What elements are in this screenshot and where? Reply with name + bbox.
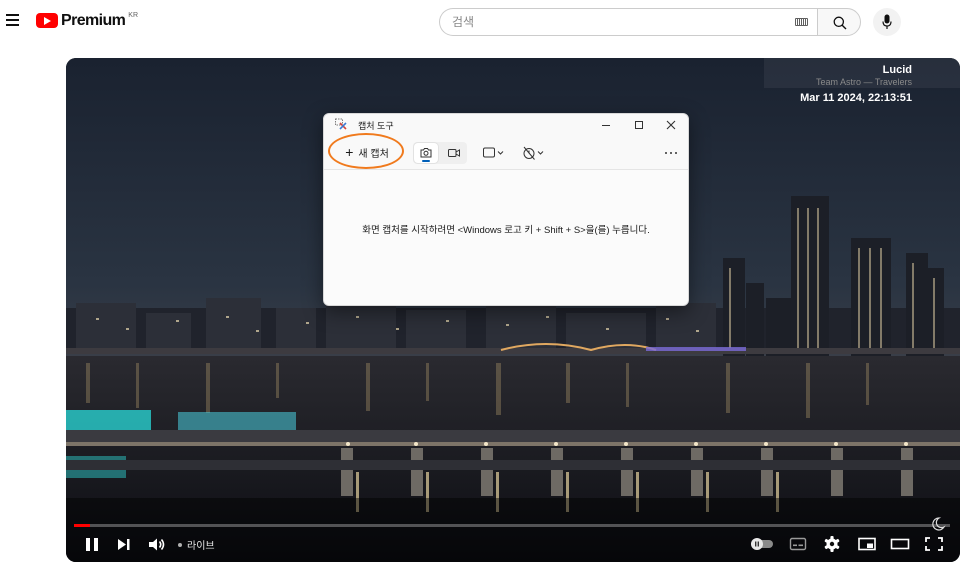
miniplayer-icon xyxy=(858,537,876,551)
fullscreen-button[interactable] xyxy=(923,532,945,556)
skip-next-icon xyxy=(118,539,130,550)
settings-button[interactable] xyxy=(822,532,842,556)
progress-bar-played xyxy=(74,524,90,527)
next-button[interactable] xyxy=(114,532,134,556)
snip-shape-dropdown[interactable] xyxy=(482,144,508,162)
stream-datetime: Mar 11 2024, 22:13:51 xyxy=(800,92,912,104)
track-title: Lucid xyxy=(882,64,912,76)
pause-button[interactable] xyxy=(82,532,102,556)
more-dot xyxy=(665,152,667,154)
logo-brand-text: Premium xyxy=(61,12,126,29)
mute-button[interactable] xyxy=(146,532,168,556)
youtube-premium-logo[interactable]: Premium KR xyxy=(36,11,138,31)
rectangle-snip-icon xyxy=(483,147,504,158)
search-input[interactable] xyxy=(439,8,817,36)
maximize-button[interactable] xyxy=(624,116,654,134)
search-box xyxy=(439,8,861,36)
fullscreen-icon xyxy=(925,537,943,551)
track-artist: Team Astro — Travelers xyxy=(815,77,912,87)
autoplay-toggle[interactable] xyxy=(749,532,775,556)
snipping-tool-window[interactable]: 캡처 도구 + 새 캡처 화면 캡처를 시작하려면 <Windows 로고 키 … xyxy=(323,113,689,306)
recording-mode-button[interactable] xyxy=(443,143,465,163)
progress-bar[interactable] xyxy=(74,524,950,527)
more-dot xyxy=(675,152,677,154)
camera-icon xyxy=(420,148,432,158)
pause-icon xyxy=(86,538,98,551)
voice-search-button[interactable] xyxy=(873,8,901,36)
subtitles-button[interactable] xyxy=(788,532,808,556)
timer-off-icon xyxy=(523,146,544,160)
snipping-tool-title: 캡처 도구 xyxy=(358,121,394,131)
video-info-overlay: Lucid Team Astro — Travelers Mar 11 2024… xyxy=(800,64,912,105)
capture-mode-toggle xyxy=(413,142,467,164)
miniplayer-button[interactable] xyxy=(856,532,878,556)
player-controls: 라이브 xyxy=(66,532,960,562)
youtube-logo-icon xyxy=(36,13,58,28)
snipping-tool-toolbar: + 새 캡처 xyxy=(324,133,688,169)
autoplay-toggle-icon xyxy=(751,538,773,550)
delay-dropdown[interactable] xyxy=(522,144,548,162)
theater-mode-icon xyxy=(890,538,910,550)
menu-icon[interactable] xyxy=(6,14,19,26)
live-dot-icon xyxy=(178,542,182,547)
theater-mode-button[interactable] xyxy=(889,532,911,556)
subtitles-icon xyxy=(789,537,807,551)
logo-country-code: KR xyxy=(128,12,139,19)
more-dot xyxy=(670,152,672,154)
video-camera-icon xyxy=(448,149,460,157)
snipping-tool-titlebar[interactable]: 캡처 도구 xyxy=(324,114,688,136)
snipping-tool-app-icon xyxy=(335,118,347,130)
microphone-icon xyxy=(882,14,892,29)
search-button[interactable] xyxy=(817,8,861,36)
highlight-annotation-circle xyxy=(328,133,404,169)
live-indicator[interactable]: 라이브 xyxy=(178,537,215,552)
minimize-button[interactable] xyxy=(592,116,622,134)
ambient-mode-moon-icon xyxy=(932,517,946,531)
masthead: Premium KR xyxy=(0,0,966,44)
more-options-button[interactable] xyxy=(660,142,682,162)
screenshot-mode-button[interactable] xyxy=(414,143,438,163)
live-label: 라이브 xyxy=(187,541,215,552)
keyboard-icon[interactable] xyxy=(795,18,808,26)
search-icon xyxy=(833,16,847,30)
close-icon xyxy=(666,120,676,130)
gear-icon xyxy=(824,536,840,552)
close-button[interactable] xyxy=(656,116,686,134)
snipping-tool-content: 화면 캡처를 시작하려면 <Windows 로고 키 + Shift + S>을… xyxy=(324,170,688,305)
volume-icon xyxy=(149,538,165,551)
capture-instruction-text: 화면 캡처를 시작하려면 <Windows 로고 키 + Shift + S>을… xyxy=(362,225,650,236)
